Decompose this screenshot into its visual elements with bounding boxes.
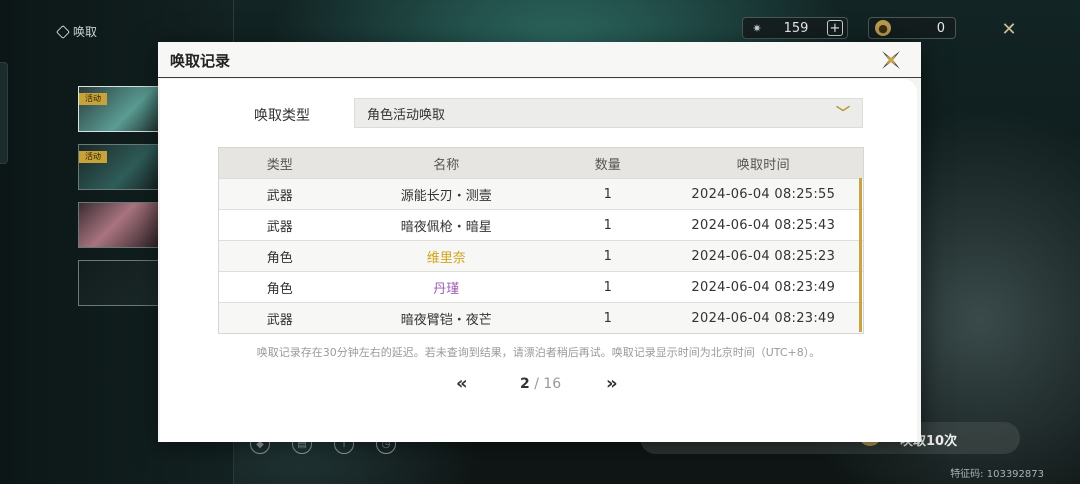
star-currency-icon: ✷ bbox=[752, 21, 762, 35]
convene-type-select[interactable]: 角色活动唤取 ﹀ bbox=[354, 98, 863, 128]
dialog-header: 唤取记录 bbox=[158, 42, 921, 78]
nav-convene-label: 唤取 bbox=[73, 25, 98, 39]
banner-item[interactable]: 活动 bbox=[78, 86, 162, 132]
table-header: 类型 名称 数量 唤取时间 bbox=[219, 148, 863, 178]
currency-tide: ● 0 bbox=[868, 17, 956, 39]
coin-currency-icon: ● bbox=[875, 20, 891, 36]
add-currency-button[interactable]: + bbox=[826, 20, 843, 36]
banner-list: 活动 活动 bbox=[78, 86, 162, 318]
cell-quantity: 1 bbox=[603, 279, 612, 295]
total-pages: 16 bbox=[543, 376, 562, 392]
column-header-name: 名称 bbox=[433, 157, 460, 173]
column-header-type: 类型 bbox=[266, 157, 293, 173]
event-tag: 活动 bbox=[79, 93, 107, 105]
convene-type-value: 角色活动唤取 bbox=[367, 107, 446, 123]
page-indicator: 2 / 16 bbox=[520, 376, 561, 392]
cell-type: 武器 bbox=[266, 188, 293, 204]
cell-time: 2024-06-04 08:23:49 bbox=[691, 310, 836, 326]
column-header-time: 唤取时间 bbox=[736, 157, 790, 173]
table-row: 角色 维里奈 1 2024-06-04 08:25:23 bbox=[219, 240, 863, 271]
convene-record-dialog: 唤取记录 唤取类型 角色活动唤取 ﹀ 类型 名称 数量 唤取时间 武器 源能长刃・… bbox=[158, 42, 921, 442]
cell-quantity: 1 bbox=[603, 248, 612, 264]
table-scrollbar[interactable] bbox=[859, 178, 862, 332]
cell-type: 角色 bbox=[266, 281, 293, 297]
prev-page-button[interactable]: « bbox=[456, 374, 468, 394]
convene-type-label: 唤取类型 bbox=[254, 108, 310, 124]
cell-name: 暗夜佩枪・暗星 bbox=[400, 219, 492, 235]
cell-type: 角色 bbox=[266, 250, 293, 266]
cell-type: 武器 bbox=[266, 219, 293, 235]
next-page-button[interactable]: » bbox=[606, 374, 618, 394]
currency-astrite: ✷ 159 + bbox=[742, 17, 848, 39]
record-table: 类型 名称 数量 唤取时间 武器 源能长刃・测壹 1 2024-06-04 08:25… bbox=[218, 147, 864, 334]
dialog-body: 唤取类型 角色活动唤取 ﹀ 类型 名称 数量 唤取时间 武器 源能长刃・测壹 1 20… bbox=[160, 79, 917, 442]
currency-value: 159 bbox=[783, 20, 809, 36]
banner-item[interactable]: 活动 bbox=[78, 144, 162, 190]
cell-quantity: 1 bbox=[603, 186, 612, 202]
cell-name: 源能长刃・测壹 bbox=[400, 188, 492, 204]
cell-quantity: 1 bbox=[603, 217, 612, 233]
page-separator: / bbox=[529, 376, 544, 392]
dialog-title: 唤取记录 bbox=[170, 52, 231, 70]
cell-name: 暗夜臂铠・夜芒 bbox=[400, 312, 492, 328]
cell-name: 维里奈 bbox=[426, 250, 466, 266]
close-icon[interactable] bbox=[880, 49, 902, 71]
currency-value: 0 bbox=[936, 20, 945, 36]
pagination: « 2 / 16 » bbox=[160, 374, 917, 396]
table-row: 武器 源能长刃・测壹 1 2024-06-04 08:25:55 bbox=[219, 178, 863, 209]
event-tag: 活动 bbox=[79, 151, 107, 163]
banner-item[interactable] bbox=[78, 260, 162, 306]
column-header-quantity: 数量 bbox=[594, 157, 621, 173]
current-page: 2 bbox=[520, 376, 530, 392]
banner-item[interactable] bbox=[78, 202, 162, 248]
cell-type: 武器 bbox=[266, 312, 293, 328]
close-screen-icon[interactable]: ✕ bbox=[998, 18, 1020, 40]
chevron-down-icon: ﹀ bbox=[836, 106, 850, 122]
delay-notice: 唤取记录存在30分钟左右的延迟。若未查询到结果，请漂泊者稍后再试。唤取记录显示时… bbox=[256, 346, 821, 359]
table-body[interactable]: 武器 源能长刃・测壹 1 2024-06-04 08:25:55 武器 暗夜佩枪・暗星 1 2… bbox=[219, 178, 863, 333]
cell-time: 2024-06-04 08:25:43 bbox=[691, 217, 836, 233]
cell-name: 丹瑾 bbox=[433, 281, 460, 297]
table-row: 武器 暗夜臂铠・夜芒 1 2024-06-04 08:23:49 bbox=[219, 302, 863, 333]
cell-time: 2024-06-04 08:25:55 bbox=[691, 186, 836, 202]
table-row: 武器 暗夜佩枪・暗星 1 2024-06-04 08:25:43 bbox=[219, 209, 863, 240]
cell-time: 2024-06-04 08:25:23 bbox=[691, 248, 836, 264]
uid-text: 特征码: 103392873 bbox=[950, 469, 1044, 480]
cell-quantity: 1 bbox=[603, 310, 612, 326]
nav-convene[interactable]: 唤取 bbox=[55, 23, 98, 40]
sidebar-handle[interactable] bbox=[0, 62, 8, 164]
cell-time: 2024-06-04 08:23:49 bbox=[691, 279, 836, 295]
convene-icon bbox=[55, 24, 71, 39]
table-row: 角色 丹瑾 1 2024-06-04 08:23:49 bbox=[219, 271, 863, 302]
